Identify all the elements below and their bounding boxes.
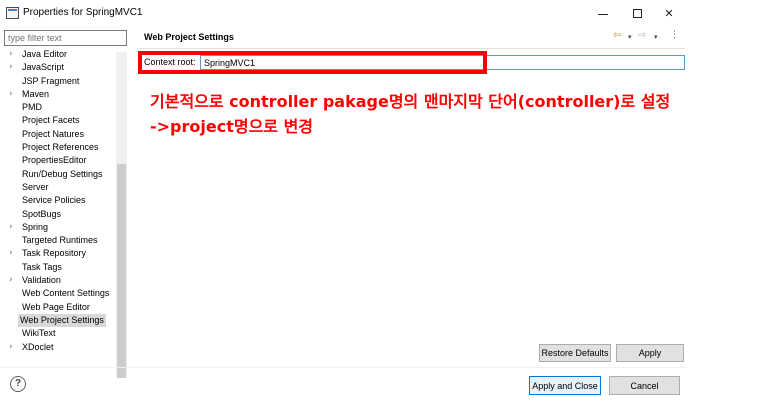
chevron-right-icon[interactable]: › bbox=[9, 221, 13, 234]
properties-window-icon bbox=[6, 7, 19, 19]
tree-item-label: WikiText bbox=[22, 328, 56, 339]
title-bar: Properties for SpringMVC1 ✕ bbox=[0, 0, 686, 26]
minimize-icon bbox=[598, 13, 608, 15]
tree-item-label: Web Page Editor bbox=[22, 301, 90, 312]
tree-item[interactable]: Run/Debug Settings bbox=[0, 168, 116, 181]
back-dropdown-icon[interactable]: ▾ bbox=[628, 33, 632, 41]
tree-scrollbar-thumb[interactable] bbox=[117, 164, 126, 378]
tree-item[interactable]: Web Content Settings bbox=[0, 287, 116, 300]
tree-item-label: Service Policies bbox=[22, 195, 86, 206]
maximize-button[interactable] bbox=[620, 2, 654, 24]
tree-item[interactable]: Project Facets bbox=[0, 114, 116, 127]
property-tree: › Java Editor › JavaScript JSP Fragment › Mave… bbox=[0, 48, 116, 354]
annotation-text: 기본적으로 controller pakage명의 맨마지막 단어(contro… bbox=[150, 89, 670, 139]
tree-item[interactable]: › Validation bbox=[0, 274, 116, 287]
tree-item-label: Task Repository bbox=[22, 248, 87, 259]
back-arrow-icon[interactable]: ⇦ bbox=[613, 30, 621, 41]
tree-item[interactable]: Task Tags bbox=[0, 261, 116, 274]
footer-separator bbox=[0, 367, 686, 368]
tree-item[interactable]: Project References bbox=[0, 141, 116, 154]
tree-item[interactable]: Project Natures bbox=[0, 128, 116, 141]
tree-item-label: Maven bbox=[22, 88, 50, 99]
page-nav: ⇦ ▾ ⇨ ▾ ⋮ bbox=[613, 30, 679, 44]
settings-page: Web Project Settings ⇦ ▾ ⇨ ▾ ⋮ Context r… bbox=[137, 27, 685, 367]
cancel-button[interactable]: Cancel bbox=[609, 376, 680, 395]
tree-item[interactable]: › JavaScript bbox=[0, 61, 116, 74]
tree-item-label: PMD bbox=[22, 102, 42, 113]
tree-item-label: Java Editor bbox=[22, 49, 68, 59]
tree-item[interactable]: Web Page Editor bbox=[0, 301, 116, 314]
tree-item-label: PropertiesEditor bbox=[22, 155, 87, 166]
close-button[interactable]: ✕ bbox=[652, 2, 686, 24]
tree-item[interactable]: Web Project Settings bbox=[0, 313, 116, 327]
forward-arrow-icon[interactable]: ⇨ bbox=[638, 30, 646, 41]
view-menu-icon[interactable]: ⋮ bbox=[670, 30, 679, 40]
restore-defaults-button[interactable]: Restore Defaults bbox=[539, 344, 611, 362]
page-title: Web Project Settings bbox=[144, 32, 234, 42]
tree-item[interactable]: Targeted Runtimes bbox=[0, 234, 116, 247]
annotation-line-1: 기본적으로 controller pakage명의 맨마지막 단어(contro… bbox=[150, 92, 671, 111]
tree-item[interactable]: › Task Repository bbox=[0, 247, 116, 260]
outer-background bbox=[686, 0, 781, 403]
annotation-highlight-box bbox=[138, 51, 487, 74]
tree-item-label: Web Content Settings bbox=[22, 288, 110, 299]
tree-item-label: Spring bbox=[22, 221, 49, 232]
tree-item[interactable]: PropertiesEditor bbox=[0, 154, 116, 167]
tree-item-label: Project Natures bbox=[22, 128, 85, 139]
chevron-right-icon[interactable]: › bbox=[9, 247, 13, 260]
tree-item-label: Task Tags bbox=[22, 261, 62, 272]
apply-and-close-button[interactable]: Apply and Close bbox=[529, 376, 601, 395]
window-title: Properties for SpringMVC1 bbox=[23, 7, 143, 18]
tree-item-label: Validation bbox=[22, 275, 61, 286]
tree-item-label: XDoclet bbox=[22, 341, 54, 352]
tree-item[interactable]: › XDoclet bbox=[0, 341, 116, 354]
tree-item[interactable]: SpotBugs bbox=[0, 208, 116, 221]
tree-item[interactable]: › Java Editor bbox=[0, 48, 116, 61]
tree-item[interactable]: Service Policies bbox=[0, 194, 116, 207]
tree-item-label: Web Project Settings bbox=[18, 313, 106, 327]
tree-item-label: JSP Fragment bbox=[22, 75, 80, 86]
tree-item[interactable]: PMD bbox=[0, 101, 116, 114]
header-separator bbox=[137, 48, 685, 49]
apply-button[interactable]: Apply bbox=[616, 344, 684, 362]
forward-dropdown-icon[interactable]: ▾ bbox=[654, 33, 658, 41]
chevron-right-icon[interactable]: › bbox=[9, 61, 13, 74]
tree-item-label: JavaScript bbox=[22, 62, 65, 73]
tree-item[interactable]: Server bbox=[0, 181, 116, 194]
tree-item-label: Targeted Runtimes bbox=[22, 235, 98, 246]
left-panel: › Java Editor › JavaScript JSP Fragment › Mave… bbox=[0, 27, 129, 378]
tree-item-label: Project Facets bbox=[22, 115, 80, 126]
tree-item-label: Server bbox=[22, 181, 49, 192]
help-icon[interactable]: ? bbox=[10, 376, 26, 392]
tree-item-label: Project References bbox=[22, 142, 99, 153]
chevron-right-icon[interactable]: › bbox=[9, 341, 13, 354]
filter-input[interactable] bbox=[4, 30, 127, 46]
tree-item[interactable]: › Maven bbox=[0, 88, 116, 101]
chevron-right-icon[interactable]: › bbox=[9, 88, 13, 101]
minimize-button[interactable] bbox=[586, 2, 620, 24]
maximize-icon bbox=[632, 8, 642, 18]
tree-item[interactable]: WikiText bbox=[0, 327, 116, 340]
chevron-right-icon[interactable]: › bbox=[9, 48, 13, 61]
tree-item[interactable]: › Spring bbox=[0, 221, 116, 234]
tree-item-label: Run/Debug Settings bbox=[22, 168, 103, 179]
tree-item-label: SpotBugs bbox=[22, 208, 62, 219]
tree-item[interactable]: JSP Fragment bbox=[0, 75, 116, 88]
chevron-right-icon[interactable]: › bbox=[9, 274, 13, 287]
annotation-line-2: ->project명으로 변경 bbox=[150, 117, 314, 136]
